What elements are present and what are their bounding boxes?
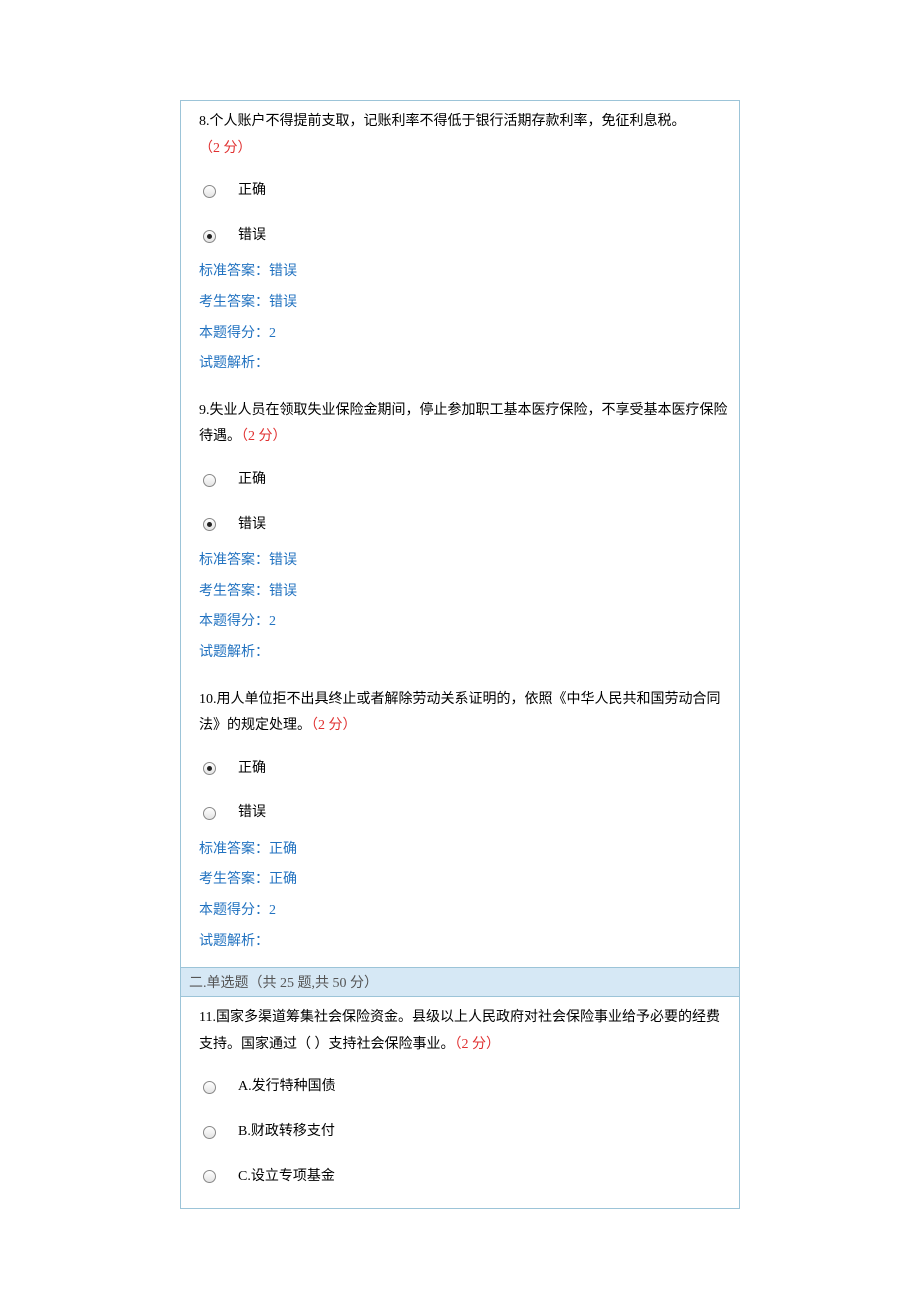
label: 标准答案： xyxy=(199,553,269,568)
option-label: 正确 xyxy=(238,748,266,783)
question-number: 9. xyxy=(199,403,210,418)
option-label: B.财政转移支付 xyxy=(238,1111,335,1146)
standard-answer: 标准答案：正确 xyxy=(199,837,729,864)
radio-icon xyxy=(203,1170,216,1183)
question-score: 本题得分：2 xyxy=(199,609,729,636)
value: 正确 xyxy=(269,842,297,857)
question-points: （2 分） xyxy=(311,718,357,733)
radio-dot-icon xyxy=(207,522,212,527)
radio-icon-selected xyxy=(203,518,216,531)
radio-dot-icon xyxy=(207,766,212,771)
radio-icon-selected xyxy=(203,230,216,243)
question-11: 11.国家多渠道筹集社会保险资金。县级以上人民政府对社会保险事业给予必要的经费支… xyxy=(181,997,739,1208)
question-score: 本题得分：2 xyxy=(199,898,729,925)
standard-answer: 标准答案：错误 xyxy=(199,548,729,575)
option-label: 错误 xyxy=(238,215,266,250)
question-text: 11.国家多渠道筹集社会保险资金。县级以上人民政府对社会保险事业给予必要的经费支… xyxy=(199,1005,729,1058)
value: 2 xyxy=(269,903,276,918)
standard-answer: 标准答案：错误 xyxy=(199,259,729,286)
option-b[interactable]: B.财政转移支付 xyxy=(203,1111,729,1146)
option-true[interactable]: 正确 xyxy=(203,459,729,494)
question-number: 8. xyxy=(199,114,210,129)
value: 正确 xyxy=(269,872,297,887)
exam-container: 8.个人账户不得提前支取，记账利率不得低于银行活期存款利率，免征利息税。 （2 分… xyxy=(180,100,740,1209)
radio-icon xyxy=(203,1126,216,1139)
label: 试题解析： xyxy=(199,645,269,660)
radio-icon xyxy=(203,185,216,198)
analysis: 试题解析： xyxy=(199,351,729,378)
radio-icon xyxy=(203,807,216,820)
question-text: 8.个人账户不得提前支取，记账利率不得低于银行活期存款利率，免征利息税。 （2 分… xyxy=(199,109,729,162)
question-points: （2 分） xyxy=(241,429,287,444)
question-number: 10. xyxy=(199,692,217,707)
value: 错误 xyxy=(269,584,297,599)
label: 标准答案： xyxy=(199,264,269,279)
value: 错误 xyxy=(269,553,297,568)
option-false[interactable]: 错误 xyxy=(203,215,729,250)
radio-icon-selected xyxy=(203,762,216,775)
question-10: 10.用人单位拒不出具终止或者解除劳动关系证明的，依照《中华人民共和国劳动合同法… xyxy=(181,679,739,968)
question-9: 9.失业人员在领取失业保险金期间，停止参加职工基本医疗保险，不享受基本医疗保险待… xyxy=(181,390,739,679)
question-number: 11. xyxy=(199,1010,216,1025)
option-label: C.设立专项基金 xyxy=(238,1156,335,1191)
question-points: （2 分） xyxy=(199,141,252,156)
option-true[interactable]: 正确 xyxy=(203,170,729,205)
radio-icon xyxy=(203,474,216,487)
label: 考生答案： xyxy=(199,295,269,310)
question-points: （2 分） xyxy=(455,1037,501,1052)
question-body: 个人账户不得提前支取，记账利率不得低于银行活期存款利率，免征利息税。 xyxy=(210,114,686,129)
option-label: 错误 xyxy=(238,792,266,827)
question-8: 8.个人账户不得提前支取，记账利率不得低于银行活期存款利率，免征利息税。 （2 分… xyxy=(181,101,739,390)
option-label: A.发行特种国债 xyxy=(238,1066,336,1101)
label: 标准答案： xyxy=(199,842,269,857)
user-answer: 考生答案：错误 xyxy=(199,579,729,606)
option-label: 正确 xyxy=(238,170,266,205)
option-a[interactable]: A.发行特种国债 xyxy=(203,1066,729,1101)
question-body: 用人单位拒不出具终止或者解除劳动关系证明的，依照《中华人民共和国劳动合同法》的规… xyxy=(199,692,721,734)
label: 本题得分： xyxy=(199,326,269,341)
label: 试题解析： xyxy=(199,356,269,371)
label: 本题得分： xyxy=(199,614,269,629)
user-answer: 考生答案：正确 xyxy=(199,867,729,894)
analysis: 试题解析： xyxy=(199,640,729,667)
label: 试题解析： xyxy=(199,934,269,949)
section-header-single-choice: 二.单选题（共 25 题,共 50 分） xyxy=(181,967,739,997)
question-text: 9.失业人员在领取失业保险金期间，停止参加职工基本医疗保险，不享受基本医疗保险待… xyxy=(199,398,729,451)
radio-icon xyxy=(203,1081,216,1094)
option-label: 错误 xyxy=(238,504,266,539)
label: 考生答案： xyxy=(199,872,269,887)
question-score: 本题得分：2 xyxy=(199,321,729,348)
analysis: 试题解析： xyxy=(199,929,729,956)
radio-dot-icon xyxy=(207,234,212,239)
label: 本题得分： xyxy=(199,903,269,918)
option-true[interactable]: 正确 xyxy=(203,748,729,783)
value: 错误 xyxy=(269,264,297,279)
option-false[interactable]: 错误 xyxy=(203,792,729,827)
value: 错误 xyxy=(269,295,297,310)
option-c[interactable]: C.设立专项基金 xyxy=(203,1156,729,1191)
user-answer: 考生答案：错误 xyxy=(199,290,729,317)
value: 2 xyxy=(269,614,276,629)
label: 考生答案： xyxy=(199,584,269,599)
option-label: 正确 xyxy=(238,459,266,494)
question-text: 10.用人单位拒不出具终止或者解除劳动关系证明的，依照《中华人民共和国劳动合同法… xyxy=(199,687,729,740)
value: 2 xyxy=(269,326,276,341)
option-false[interactable]: 错误 xyxy=(203,504,729,539)
